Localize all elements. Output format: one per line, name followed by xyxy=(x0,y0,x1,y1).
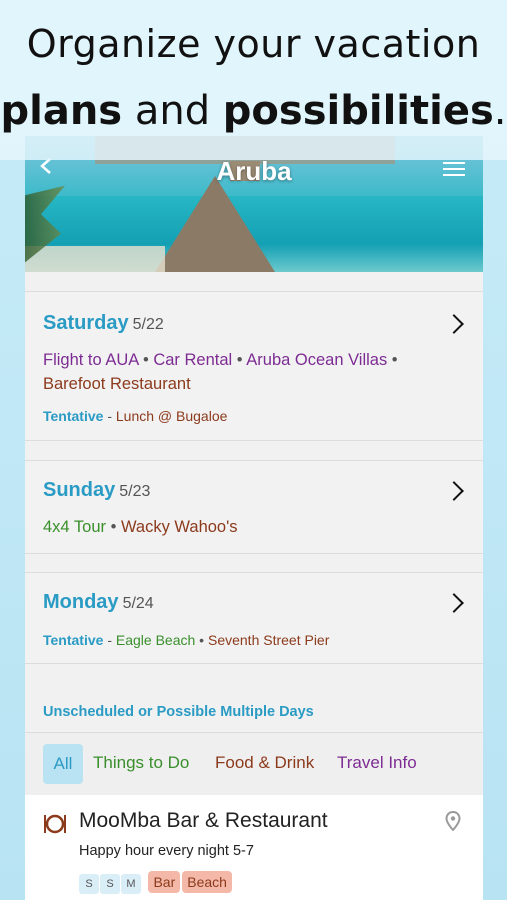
promo-banner: Organize your vacation plans and possibi… xyxy=(0,0,507,160)
promo-subheadline: plans and possibilities. xyxy=(0,88,507,134)
tag-badge: Bar xyxy=(148,871,181,893)
item-days-and-tags: SSM Bar Beach xyxy=(79,871,232,894)
plan-item[interactable]: Lunch @ Bugaloe xyxy=(116,408,228,424)
promo-word-and: and xyxy=(122,88,223,134)
unscheduled-heading: Unscheduled or Possible Multiple Days xyxy=(43,704,314,720)
day-plans: 4x4 Tour • Wacky Wahoo's xyxy=(43,518,238,536)
day-plans: Flight to AUA • Car Rental • Aruba Ocean… xyxy=(43,351,398,393)
promo-headline: Organize your vacation xyxy=(26,22,481,66)
promo-period: . xyxy=(493,88,507,134)
tentative-label: Tentative xyxy=(43,632,104,648)
tentative-plans: Tentative - Lunch @ Bugaloe xyxy=(43,408,228,424)
tag-badge: Beach xyxy=(182,871,232,893)
day-heading: Sunday 5/23 xyxy=(43,479,151,501)
list-item[interactable]: MooMba Bar & Restaurant Happy hour every… xyxy=(25,795,483,900)
day-card-saturday[interactable]: Saturday 5/22 Flight to AUA • Car Rental … xyxy=(25,291,483,441)
sand xyxy=(25,246,165,272)
item-description: Happy hour every night 5-7 xyxy=(79,843,254,859)
tentative-plans: Tentative - Eagle Beach • Seventh Street… xyxy=(43,632,330,648)
day-heading: Saturday 5/22 xyxy=(43,312,164,334)
day-indicator: S xyxy=(100,874,120,894)
plan-item[interactable]: Eagle Beach xyxy=(116,632,195,648)
day-date: 5/24 xyxy=(122,595,154,612)
category-tabs: All Things to Do Food & Drink Travel Inf… xyxy=(25,732,483,796)
tab-things-to-do[interactable]: Things to Do xyxy=(93,753,189,773)
item-title: MooMba Bar & Restaurant xyxy=(79,809,328,832)
app-screen: Aruba Saturday 5/22 Flight to AUA • Car R… xyxy=(25,136,483,900)
plan-item[interactable]: Barefoot Restaurant xyxy=(43,375,191,393)
location-pin-icon[interactable] xyxy=(445,811,461,831)
day-card-sunday[interactable]: Sunday 5/23 4x4 Tour • Wacky Wahoo's xyxy=(25,460,483,554)
day-indicator: S xyxy=(79,874,99,894)
trip-title: Aruba xyxy=(216,156,292,186)
tab-food-drink[interactable]: Food & Drink xyxy=(215,753,314,773)
tentative-label: Tentative xyxy=(43,408,104,424)
day-card-monday[interactable]: Monday 5/24 Tentative - Eagle Beach • Sev… xyxy=(25,572,483,664)
day-heading: Monday 5/24 xyxy=(43,591,154,613)
day-date: 5/23 xyxy=(119,483,151,500)
promo-word-plans: plans xyxy=(0,88,123,134)
plan-item[interactable]: Car Rental xyxy=(153,351,232,369)
tab-travel-info[interactable]: Travel Info xyxy=(337,753,417,773)
plan-item[interactable]: 4x4 Tour xyxy=(43,518,106,536)
hamburger-menu-icon[interactable] xyxy=(443,162,465,178)
plan-item[interactable]: Wacky Wahoo's xyxy=(121,518,238,536)
chevron-right-icon[interactable] xyxy=(444,593,464,613)
plan-item[interactable]: Flight to AUA xyxy=(43,351,138,369)
chevron-right-icon[interactable] xyxy=(444,481,464,501)
day-date: 5/22 xyxy=(132,316,164,333)
plan-item[interactable]: Seventh Street Pier xyxy=(208,632,329,648)
tab-all[interactable]: All xyxy=(43,744,83,784)
restaurant-icon xyxy=(44,814,66,834)
plan-item[interactable]: Aruba Ocean Villas xyxy=(246,351,387,369)
chevron-right-icon[interactable] xyxy=(444,314,464,334)
promo-word-possibilities: possibilities xyxy=(222,88,494,134)
day-indicator: M xyxy=(121,874,141,894)
